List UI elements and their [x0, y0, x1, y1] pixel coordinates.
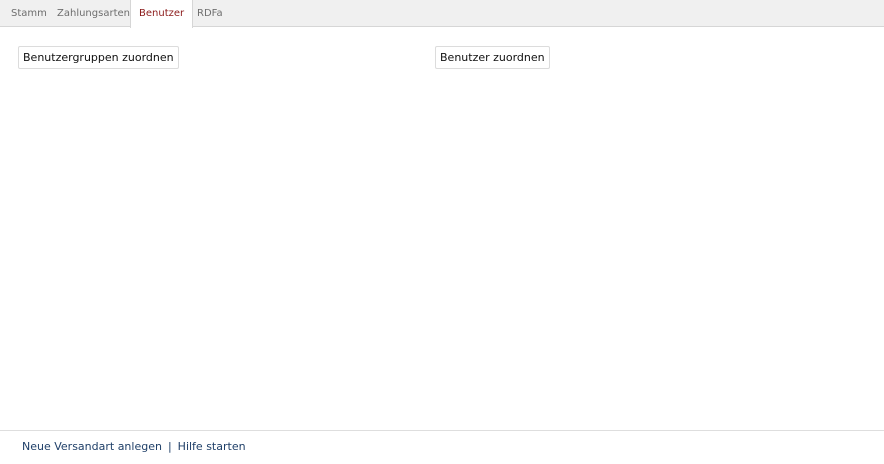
tab-bar: Stamm Zahlungsarten Benutzer RDFa	[0, 0, 884, 28]
tab-rdfa[interactable]: RDFa	[189, 0, 231, 27]
assign-user-groups-button[interactable]: Benutzergruppen zuordnen	[18, 46, 179, 69]
tab-zahlungsarten[interactable]: Zahlungsarten	[49, 0, 138, 27]
footer-separator: |	[167, 440, 172, 453]
footer-actions: Neue Versandart anlegen | Hilfe starten	[0, 430, 884, 464]
page: Stamm Zahlungsarten Benutzer RDFa Benutz…	[0, 0, 884, 464]
help-link[interactable]: Hilfe starten	[178, 440, 246, 453]
assign-users-button[interactable]: Benutzer zuordnen	[435, 46, 550, 69]
tab-stamm[interactable]: Stamm	[3, 0, 55, 27]
new-shipping-method-link[interactable]: Neue Versandart anlegen	[22, 440, 162, 453]
tab-benutzer[interactable]: Benutzer	[130, 0, 194, 28]
